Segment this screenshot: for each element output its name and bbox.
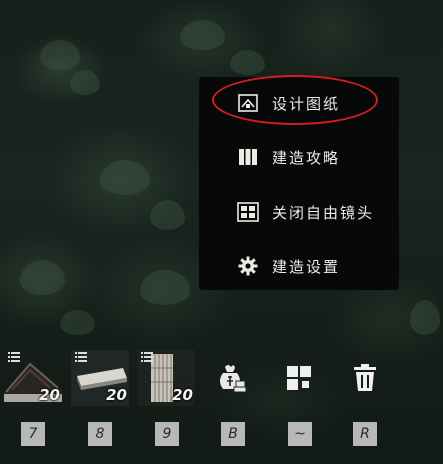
menu-item-label: 建造设置 — [272, 257, 341, 276]
hotkey-badge: ~ — [288, 422, 312, 446]
foliage — [20, 260, 65, 295]
foliage — [180, 20, 225, 50]
foliage — [100, 160, 150, 195]
hotkey-badge: B — [221, 422, 245, 446]
item-count: 20 — [106, 386, 127, 404]
foliage — [410, 300, 440, 335]
build-menu: 设计图纸 建造攻略 关闭自由镜头 建造设置 — [199, 77, 399, 290]
hotkey-badge: 8 — [88, 422, 112, 446]
list-icon — [141, 352, 153, 362]
guide-book-icon — [237, 146, 259, 168]
foliage — [70, 70, 100, 95]
foliage — [150, 200, 185, 230]
build-slot-floor[interactable]: 20 — [71, 350, 129, 408]
hotkey-badge: R — [353, 422, 377, 446]
free-camera-icon — [237, 201, 259, 223]
build-slot-roof[interactable]: 20 — [4, 350, 62, 408]
item-count: 20 — [172, 386, 193, 404]
item-count: 20 — [39, 386, 60, 404]
layout-button[interactable] — [281, 360, 317, 396]
blueprint-icon — [237, 92, 259, 114]
trash-can-icon — [354, 364, 376, 391]
foliage — [140, 270, 190, 305]
menu-item-build-guide[interactable]: 建造攻略 — [199, 135, 399, 179]
foliage — [60, 310, 95, 335]
list-icon — [75, 352, 87, 362]
hotkey-badge: 9 — [155, 422, 179, 446]
menu-item-blueprint[interactable]: 设计图纸 — [199, 81, 399, 125]
menu-item-build-settings[interactable]: 建造设置 — [199, 244, 399, 288]
grid-tiles-icon — [287, 366, 311, 390]
delete-button[interactable] — [347, 360, 383, 396]
build-slot-wall[interactable]: 20 — [137, 350, 195, 408]
menu-item-label: 设计图纸 — [272, 94, 341, 113]
menu-item-free-camera[interactable]: 关闭自由镜头 — [199, 190, 399, 234]
menu-item-label: 关闭自由镜头 — [272, 203, 375, 222]
materials-button[interactable] — [214, 360, 250, 396]
materials-sack-icon — [220, 365, 247, 393]
list-icon — [8, 352, 20, 362]
gear-icon — [237, 255, 259, 277]
menu-item-label: 建造攻略 — [272, 148, 341, 167]
foliage — [40, 40, 80, 70]
hotkey-badge: 7 — [21, 422, 45, 446]
foliage — [230, 50, 265, 75]
